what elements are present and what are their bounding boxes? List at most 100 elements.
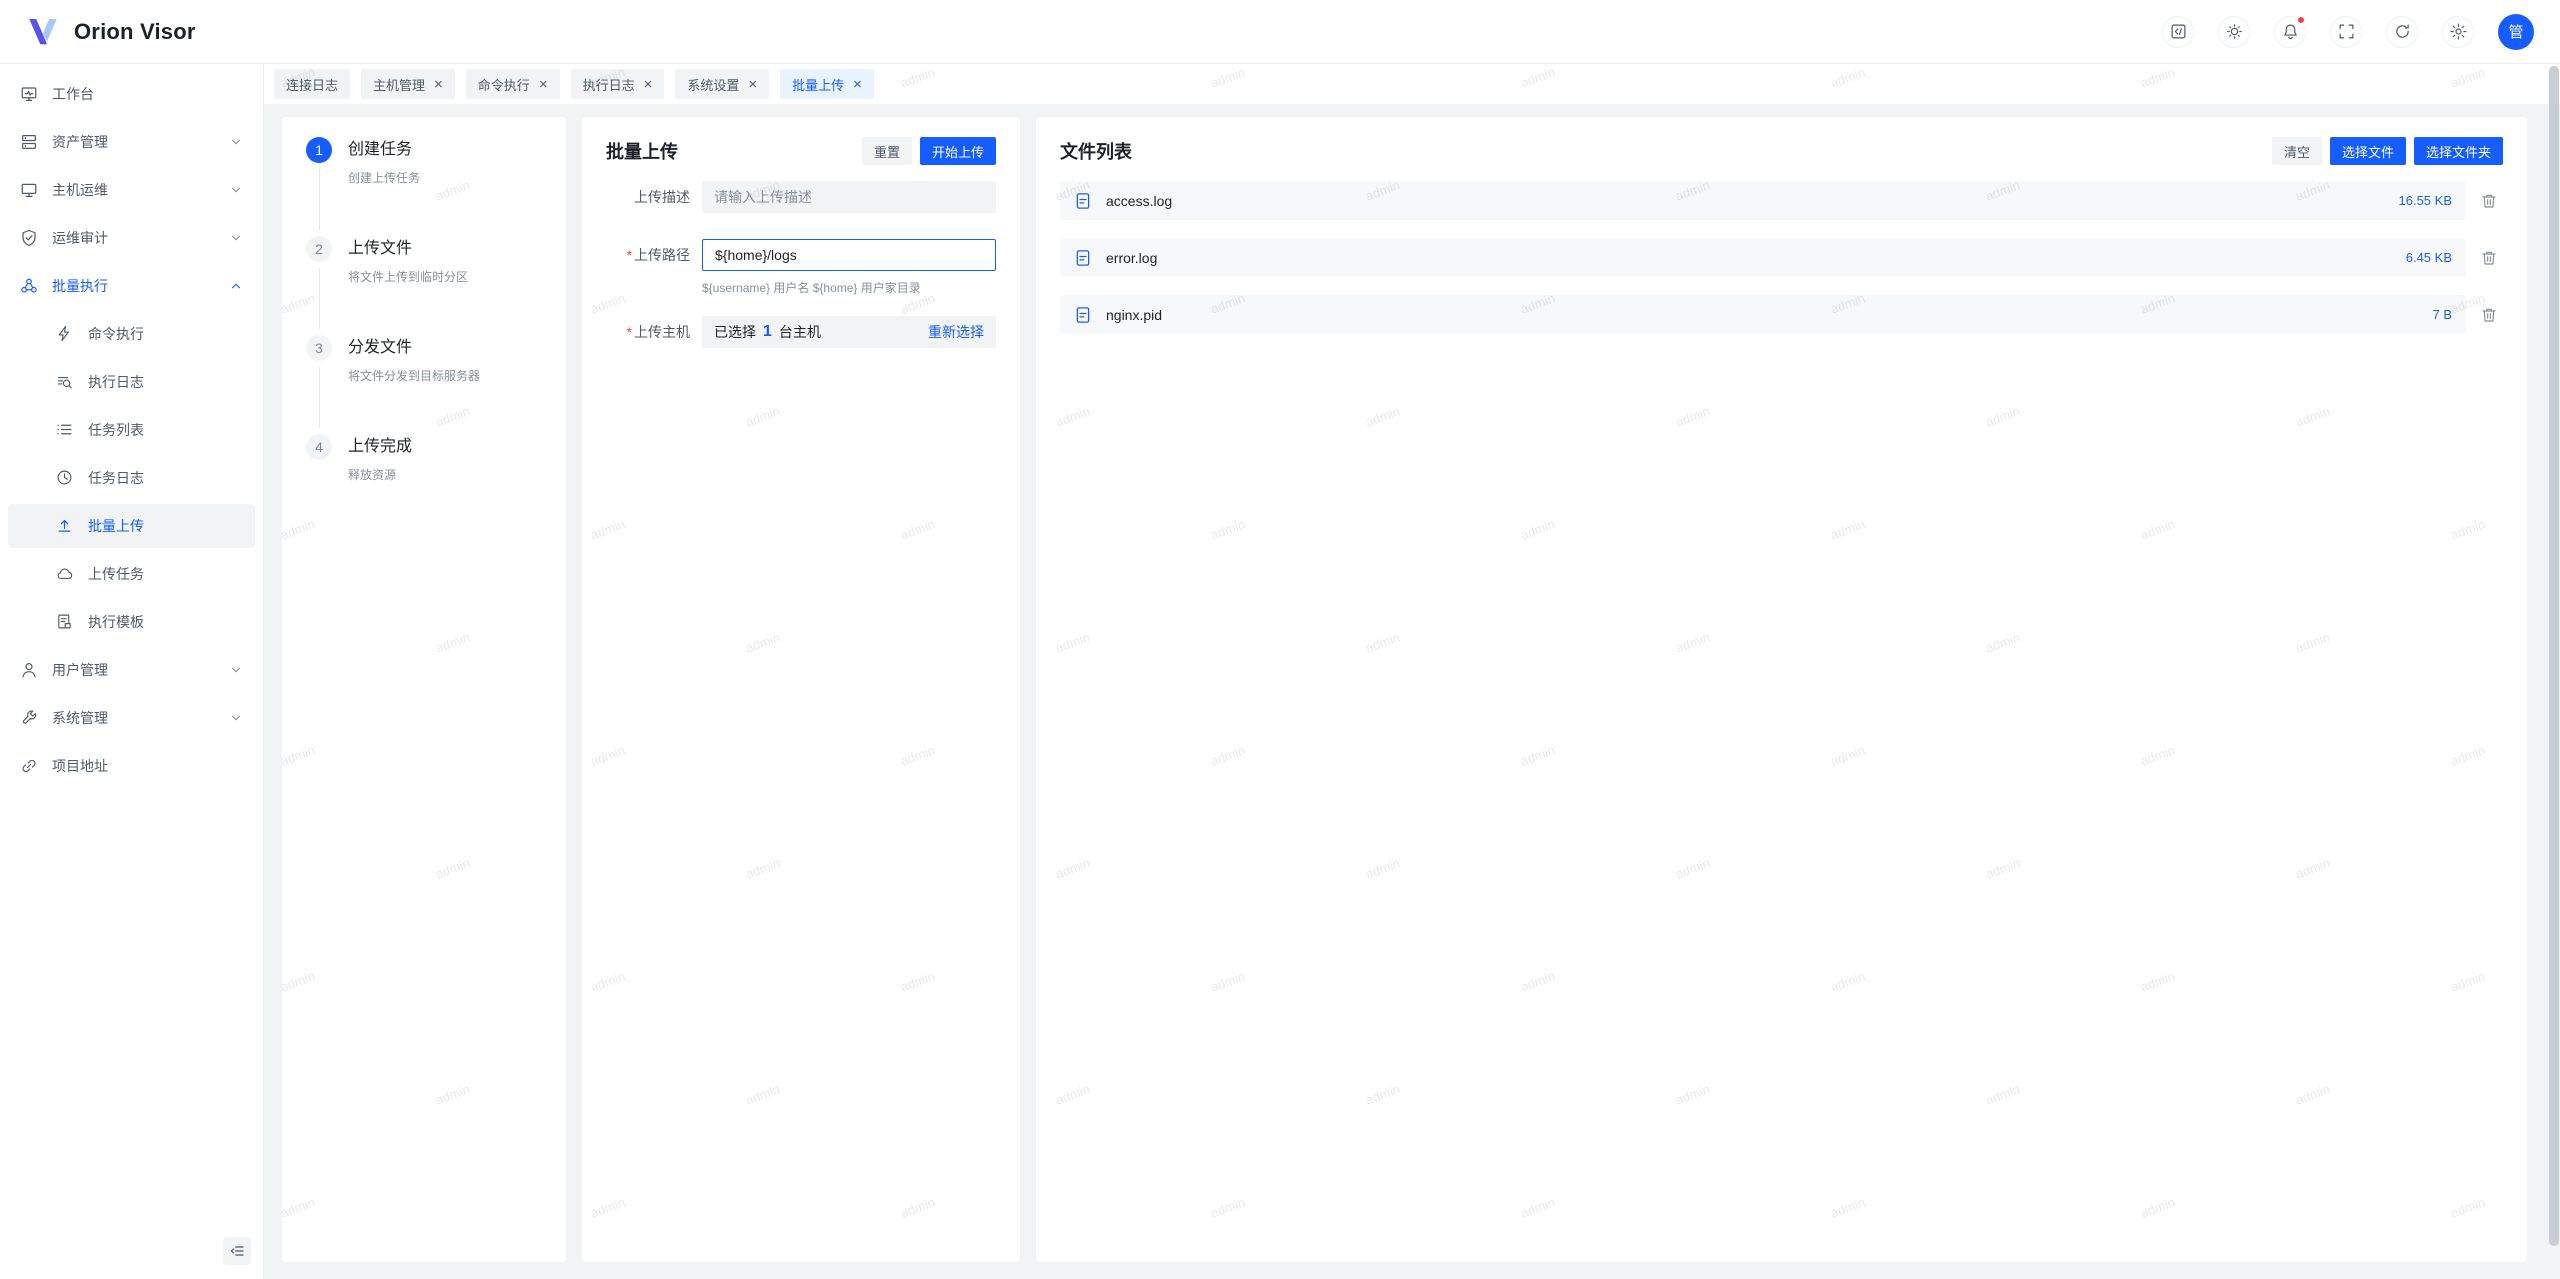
sidebar-item-host-ops[interactable]: 主机运维	[8, 168, 255, 212]
sidebar-item-project-url[interactable]: 项目地址	[8, 744, 255, 788]
close-icon[interactable]: ×	[644, 77, 653, 92]
tab-sys-settings[interactable]: 系统设置 ×	[675, 69, 769, 99]
list-icon	[56, 421, 74, 439]
upload-desc-row: 上传描述	[606, 181, 996, 213]
sidebar-item-upload-task[interactable]: 上传任务	[8, 552, 255, 596]
step-title: 上传文件	[348, 236, 468, 262]
clear-files-button[interactable]: 清空	[2272, 137, 2322, 165]
fullscreen-icon[interactable]	[2330, 16, 2362, 48]
sidebar-item-task-log[interactable]: 任务日志	[8, 456, 255, 500]
upload-icon	[56, 517, 74, 535]
panel-title: 批量上传	[606, 138, 678, 164]
tab-exec-log[interactable]: 执行日志 ×	[571, 69, 665, 99]
upload-path-row: *上传路径 ${username} 用户名 ${home} 用户家目录	[606, 239, 996, 296]
sidebar-item-batch-upload[interactable]: 批量上传	[8, 504, 255, 548]
tab-batch-upload[interactable]: 批量上传 ×	[780, 69, 874, 99]
step-upload-done: 4 上传完成 释放资源	[306, 434, 542, 533]
tab-bar: 连接日志 主机管理 × 命令执行 × 执行日志 × 系统设置 × 批量上传 ×	[264, 64, 2560, 104]
tab-cmd-exec[interactable]: 命令执行 ×	[466, 69, 560, 99]
cloud-icon	[56, 565, 74, 583]
file-size: 7 B	[2432, 307, 2452, 322]
tab-host-mgmt[interactable]: 主机管理 ×	[361, 69, 455, 99]
sidebar-item-exec-template[interactable]: 执行模板	[8, 600, 255, 644]
close-icon[interactable]: ×	[853, 77, 862, 92]
upload-path-input[interactable]	[702, 239, 996, 271]
step-distribute-files: 3 分发文件 将文件分发到目标服务器	[306, 335, 542, 434]
scrollbar-thumb[interactable]	[2549, 66, 2559, 1246]
sidebar-item-task-list[interactable]: 任务列表	[8, 408, 255, 452]
reset-button[interactable]: 重置	[862, 137, 912, 165]
cluster-icon	[20, 277, 38, 295]
sidebar-item-audit[interactable]: 运维审计	[8, 216, 255, 260]
theme-icon[interactable]	[2218, 16, 2250, 48]
clock-icon	[56, 469, 74, 487]
file-row: nginx.pid 7 B	[1060, 295, 2503, 334]
file-row-box: nginx.pid 7 B	[1060, 295, 2466, 334]
step-connector	[319, 169, 320, 230]
step-title: 创建任务	[348, 137, 420, 163]
upload-host-row: *上传主机 已选择 1 台主机 重新选择	[606, 316, 996, 348]
file-size: 16.55 KB	[2399, 193, 2453, 208]
app-header: Orion Visor	[0, 0, 2560, 64]
close-icon[interactable]: ×	[539, 77, 548, 92]
sidebar-item-sys-mgmt[interactable]: 系统管理	[8, 696, 255, 740]
selected-hosts-box: 已选择 1 台主机 重新选择	[702, 316, 996, 348]
template-icon	[56, 613, 74, 631]
sidebar-collapse-button[interactable]	[223, 1237, 251, 1265]
lightning-icon	[56, 325, 74, 343]
asset-server-icon	[20, 133, 38, 151]
step-desc: 将文件上传到临时分区	[348, 268, 468, 285]
step-upload-files: 2 上传文件 将文件上传到临时分区	[306, 236, 542, 335]
start-upload-button[interactable]: 开始上传	[920, 137, 996, 165]
select-file-button[interactable]: 选择文件	[2330, 137, 2406, 165]
selected-host-count: 1	[763, 323, 772, 341]
workbench-icon	[20, 85, 38, 103]
settings-gear-icon[interactable]	[2442, 16, 2474, 48]
upload-desc-input[interactable]	[702, 181, 996, 213]
app-title: Orion Visor	[74, 19, 196, 45]
sidebar-item-cmd-exec[interactable]: 命令执行	[8, 312, 255, 356]
file-icon	[1074, 249, 1092, 267]
app-logo: Orion Visor	[26, 17, 196, 47]
step-create-task: 1 创建任务 创建上传任务	[306, 137, 542, 236]
sidebar-item-workbench[interactable]: 工作台	[8, 72, 255, 116]
sidebar-item-batch-exec[interactable]: 批量执行	[8, 264, 255, 308]
file-icon	[1074, 192, 1092, 210]
sidebar-item-user-mgmt[interactable]: 用户管理	[8, 648, 255, 692]
file-icon	[1074, 306, 1092, 324]
host-monitor-icon	[20, 181, 38, 199]
file-name: nginx.pid	[1106, 307, 1162, 323]
user-icon	[20, 661, 38, 679]
required-mark: *	[627, 247, 632, 263]
delete-file-icon[interactable]	[2475, 301, 2503, 329]
main-area: 连接日志 主机管理 × 命令执行 × 执行日志 × 系统设置 × 批量上传 × …	[264, 64, 2560, 1279]
chevron-down-icon	[229, 231, 243, 245]
code-window-icon[interactable]	[2162, 16, 2194, 48]
wrench-icon	[20, 709, 38, 727]
file-row-box: error.log 6.45 KB	[1060, 238, 2466, 277]
link-icon	[20, 757, 38, 775]
refresh-icon[interactable]	[2386, 16, 2418, 48]
batch-upload-panel: 批量上传 重置 开始上传 上传描述 *上传路径 ${username} 用户名 …	[582, 117, 1020, 1262]
step-desc: 释放资源	[348, 466, 412, 483]
reselect-hosts-link[interactable]: 重新选择	[928, 322, 984, 342]
file-list-panel: 文件列表 清空 选择文件 选择文件夹 access.log 16.55 KB	[1036, 117, 2527, 1262]
notification-bell-icon[interactable]	[2274, 16, 2306, 48]
required-mark: *	[627, 324, 632, 340]
sidebar-item-exec-log[interactable]: 执行日志	[8, 360, 255, 404]
file-row-box: access.log 16.55 KB	[1060, 181, 2466, 220]
close-icon[interactable]: ×	[748, 77, 757, 92]
user-avatar[interactable]: 管	[2498, 14, 2534, 50]
step-desc: 创建上传任务	[348, 169, 420, 186]
upload-desc-label: 上传描述	[634, 189, 690, 205]
file-row: error.log 6.45 KB	[1060, 238, 2503, 277]
tab-connect-log[interactable]: 连接日志	[274, 69, 350, 99]
sidebar-item-assets[interactable]: 资产管理	[8, 120, 255, 164]
select-folder-button[interactable]: 选择文件夹	[2414, 137, 2503, 165]
close-icon[interactable]: ×	[434, 77, 443, 92]
delete-file-icon[interactable]	[2475, 187, 2503, 215]
chevron-down-icon	[229, 711, 243, 725]
header-actions: 管	[2162, 14, 2534, 50]
delete-file-icon[interactable]	[2475, 244, 2503, 272]
file-size: 6.45 KB	[2406, 250, 2452, 265]
